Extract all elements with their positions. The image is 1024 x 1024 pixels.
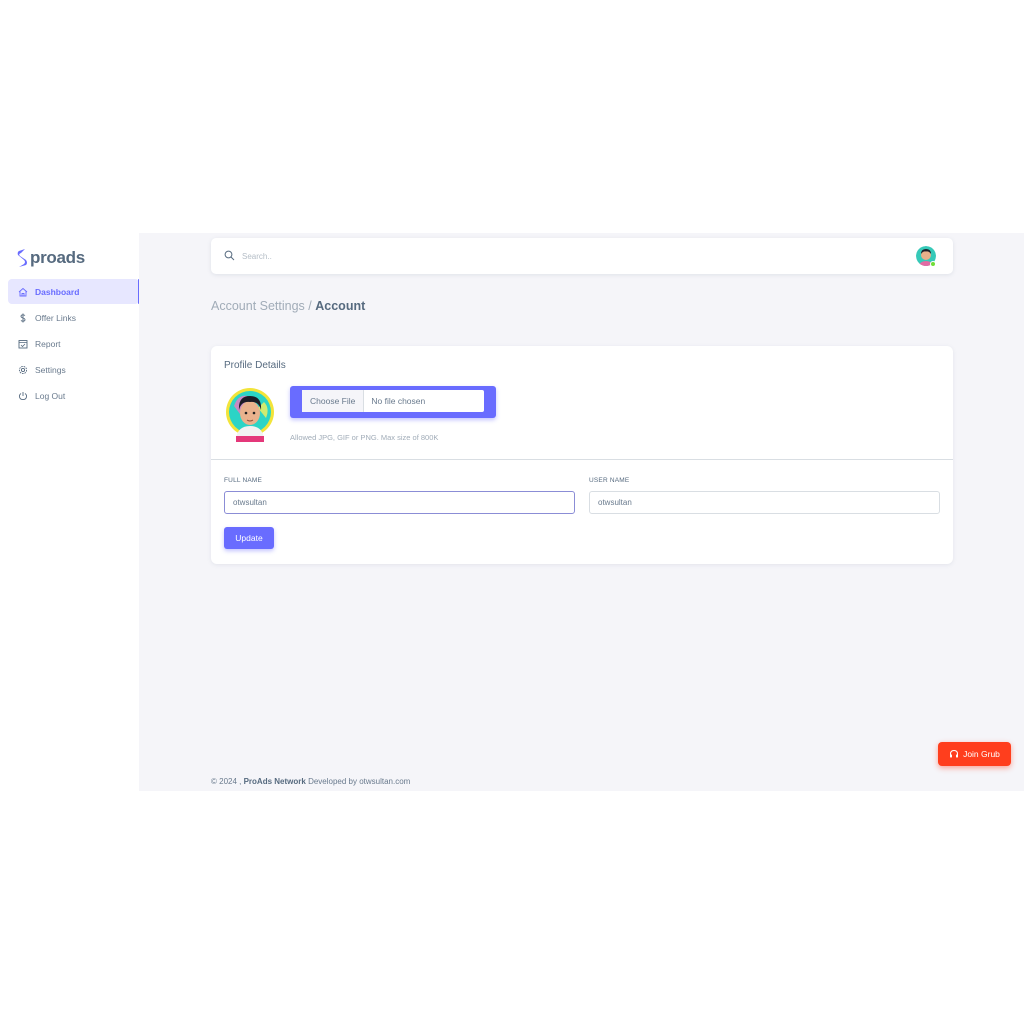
main-content: Account Settings / Account Profile Detai… <box>139 233 1024 791</box>
app: proads Dashboard Offer Links Report Sett… <box>0 233 1024 791</box>
user-name-field[interactable] <box>589 491 940 514</box>
user-name-label: USER NAME <box>589 477 630 484</box>
page-title: Account <box>315 299 366 313</box>
file-status: No file chosen <box>371 396 426 406</box>
join-grub-label: Join Grub <box>963 749 1000 759</box>
home-icon <box>18 287 28 297</box>
sidebar-item-label: Dashboard <box>35 286 80 297</box>
logo-text: proads <box>30 248 85 267</box>
divider <box>211 459 953 460</box>
headset-icon <box>950 749 959 758</box>
choose-file-button[interactable]: Choose File <box>302 390 365 412</box>
footer: © 2024 , ProAds Network Developed by otw… <box>211 777 410 786</box>
profile-card: Profile Details Choose File No file chos… <box>211 346 953 564</box>
profile-photo <box>226 386 276 444</box>
upload-hint: Allowed JPG, GIF or PNG. Max size of 800… <box>290 433 439 442</box>
card-title: Profile Details <box>224 360 286 371</box>
sidebar: proads Dashboard Offer Links Report Sett… <box>0 233 140 791</box>
footer-brand-link[interactable]: ProAds Network <box>244 777 306 786</box>
report-icon <box>18 339 28 349</box>
sidebar-item-dashboard[interactable]: Dashboard <box>8 279 140 304</box>
power-icon <box>18 391 28 401</box>
sidebar-item-offer-links[interactable]: Offer Links <box>8 305 139 330</box>
search-input[interactable] <box>242 248 542 264</box>
footer-copyright: © 2024 , <box>211 777 242 786</box>
search-icon <box>224 250 235 261</box>
breadcrumb: Account Settings / Account <box>211 299 365 313</box>
topbar <box>211 238 953 274</box>
logo-icon <box>17 249 27 267</box>
gear-icon <box>18 365 28 375</box>
breadcrumb-parent[interactable]: Account Settings / <box>211 299 312 313</box>
sidebar-item-label: Log Out <box>35 391 66 402</box>
file-upload-wrapper: Choose File No file chosen <box>290 386 496 418</box>
sidebar-item-log-out[interactable]: Log Out <box>8 384 139 409</box>
dollar-icon <box>18 313 28 323</box>
sidebar-item-settings[interactable]: Settings <box>8 358 139 383</box>
sidebar-item-label: Offer Links <box>35 312 76 323</box>
footer-developer-text[interactable]: Developed by otwsultan.com <box>308 777 410 786</box>
sidebar-item-label: Settings <box>35 365 66 376</box>
file-input[interactable]: Choose File No file chosen <box>302 390 484 412</box>
update-button[interactable]: Update <box>224 527 274 549</box>
join-grub-button[interactable]: Join Grub <box>938 742 1011 766</box>
sidebar-nav: Dashboard Offer Links Report Settings Lo… <box>8 279 140 410</box>
logo[interactable]: proads <box>16 248 85 268</box>
full-name-field[interactable] <box>224 491 575 514</box>
sidebar-item-label: Report <box>35 338 61 349</box>
online-status-indicator <box>930 261 936 267</box>
full-name-label: FULL NAME <box>224 477 263 484</box>
sidebar-item-report[interactable]: Report <box>8 331 139 356</box>
